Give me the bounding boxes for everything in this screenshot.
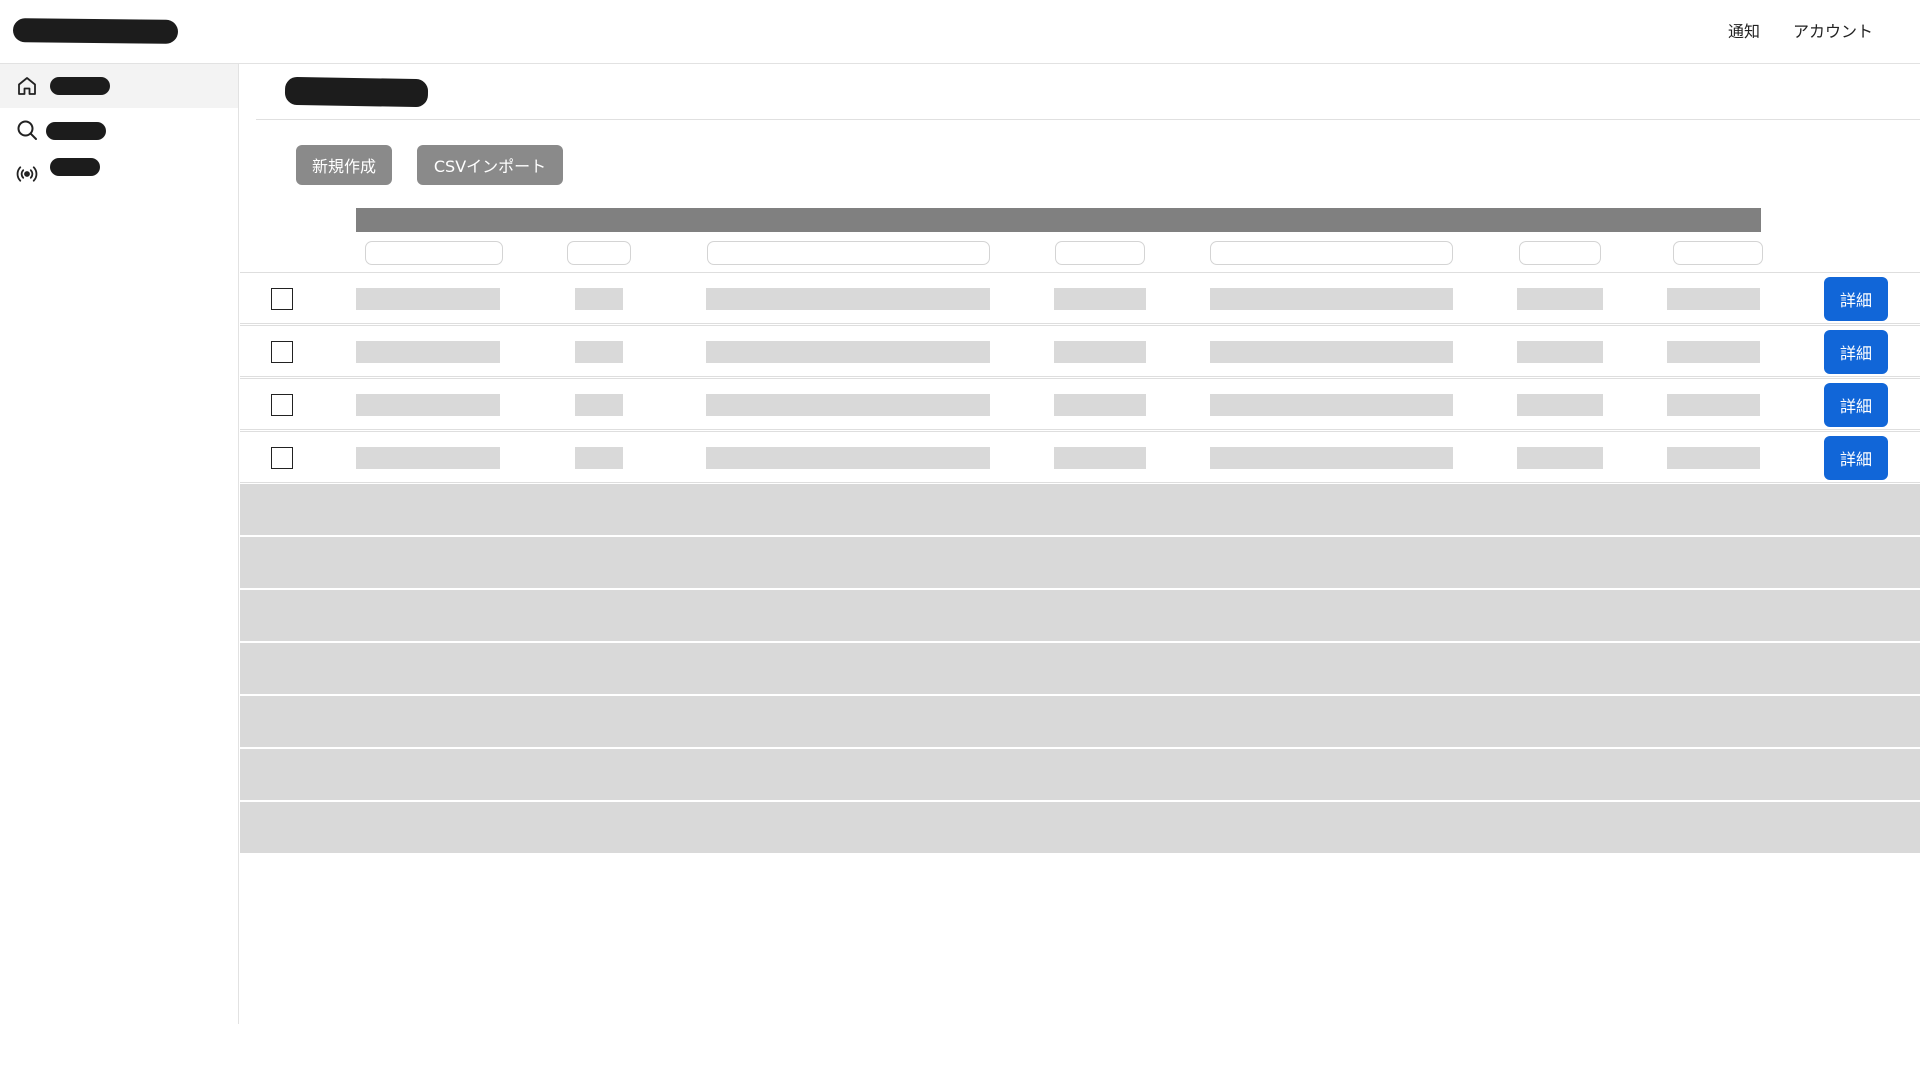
redacted-label <box>50 158 100 176</box>
table-cell <box>1054 288 1146 310</box>
home-icon <box>15 74 39 98</box>
table-cell <box>1667 447 1760 469</box>
placeholder-row <box>240 802 1920 853</box>
table-cell <box>1667 394 1760 416</box>
sidebar-item-search[interactable] <box>0 108 238 152</box>
detail-button[interactable]: 詳細 <box>1824 383 1888 427</box>
filter-input-col7[interactable] <box>1673 241 1763 265</box>
table-cell <box>356 288 500 310</box>
table-cell <box>706 341 990 363</box>
table-cell <box>575 288 623 310</box>
main-content: 新規作成 CSVインポート 詳細 詳細 詳細 詳細 <box>240 64 1920 1024</box>
table-cell <box>1054 394 1146 416</box>
detail-button[interactable]: 詳細 <box>1824 330 1888 374</box>
new-button[interactable]: 新規作成 <box>296 145 392 185</box>
table-cell <box>706 394 990 416</box>
sidebar-item-broadcast[interactable] <box>0 152 238 196</box>
table-cell <box>1210 394 1453 416</box>
placeholder-row <box>240 537 1920 588</box>
detail-button[interactable]: 詳細 <box>1824 436 1888 480</box>
table-header-bar <box>356 208 1761 232</box>
title-divider <box>256 119 1920 120</box>
table-cell <box>575 394 623 416</box>
top-bar: 通知 アカウント <box>0 0 1920 64</box>
table-cell <box>575 447 623 469</box>
placeholder-row <box>240 643 1920 694</box>
notifications-link[interactable]: 通知 <box>1728 20 1760 44</box>
table-cell <box>1054 447 1146 469</box>
table-row: 詳細 <box>240 378 1920 430</box>
row-checkbox[interactable] <box>271 341 293 363</box>
table-cell <box>1054 341 1146 363</box>
placeholder-row <box>240 696 1920 747</box>
row-checkbox[interactable] <box>271 288 293 310</box>
filter-input-col4[interactable] <box>1055 241 1145 265</box>
redacted-logo <box>12 18 179 44</box>
placeholder-row <box>240 590 1920 641</box>
redacted-label <box>46 122 106 140</box>
table-cell <box>1210 288 1453 310</box>
placeholder-row <box>240 484 1920 535</box>
table-cell <box>356 447 500 469</box>
row-checkbox[interactable] <box>271 394 293 416</box>
table-cell <box>1517 341 1603 363</box>
sidebar-item-home[interactable] <box>0 64 238 108</box>
filter-input-col5[interactable] <box>1210 241 1453 265</box>
redacted-label <box>50 77 110 95</box>
table-cell <box>1667 288 1760 310</box>
placeholder-row <box>240 749 1920 800</box>
filter-input-col6[interactable] <box>1519 241 1601 265</box>
row-checkbox[interactable] <box>271 447 293 469</box>
table-row: 詳細 <box>240 272 1920 324</box>
table-cell <box>1210 341 1453 363</box>
filter-input-col2[interactable] <box>567 241 631 265</box>
table-cell <box>1517 288 1603 310</box>
table-cell <box>706 447 990 469</box>
search-icon <box>15 118 39 142</box>
sidebar <box>0 64 239 1024</box>
redacted-page-title <box>284 76 429 108</box>
table-cell <box>1517 394 1603 416</box>
table-cell <box>1517 447 1603 469</box>
table-row: 詳細 <box>240 325 1920 377</box>
table-cell <box>575 341 623 363</box>
filter-input-col3[interactable] <box>707 241 990 265</box>
table-cell <box>356 394 500 416</box>
table-row: 詳細 <box>240 431 1920 483</box>
csv-import-button[interactable]: CSVインポート <box>417 145 563 185</box>
top-nav: 通知 アカウント <box>1728 20 1873 44</box>
table-cell <box>706 288 990 310</box>
broadcast-icon <box>15 162 39 186</box>
table-cell <box>1210 447 1453 469</box>
filter-input-col1[interactable] <box>365 241 503 265</box>
table-cell <box>356 341 500 363</box>
table-cell <box>1667 341 1760 363</box>
detail-button[interactable]: 詳細 <box>1824 277 1888 321</box>
account-link[interactable]: アカウント <box>1793 20 1873 44</box>
